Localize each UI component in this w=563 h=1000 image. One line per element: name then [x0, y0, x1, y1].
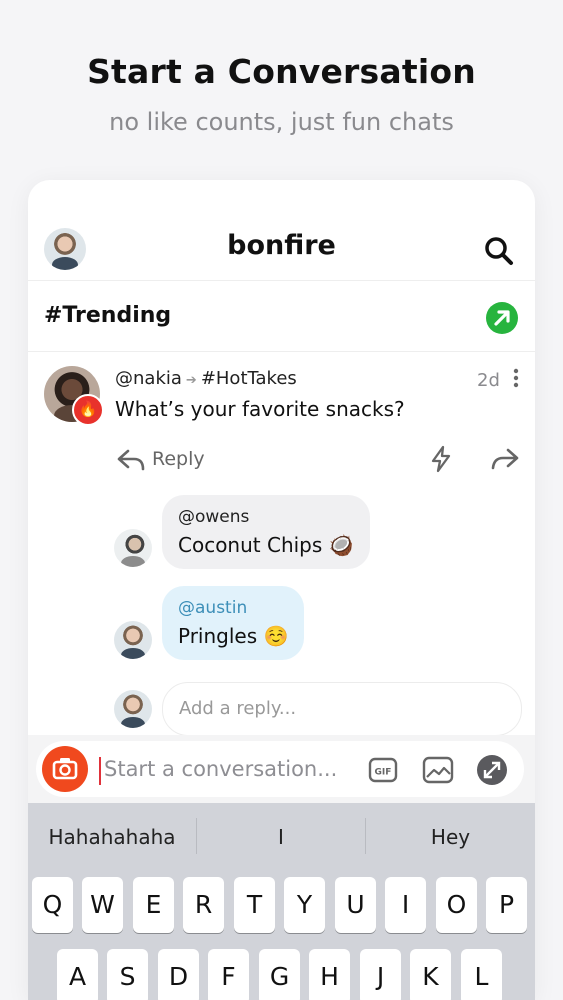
share-button[interactable]: [489, 444, 521, 474]
key[interactable]: W: [82, 877, 123, 933]
reply-author: @owens: [178, 507, 250, 527]
suggestion-item[interactable]: I: [197, 825, 365, 849]
reply-author: @austin: [178, 598, 248, 618]
search-icon: [485, 237, 513, 265]
image-icon: [422, 756, 454, 784]
gif-label: GIF: [375, 768, 392, 778]
text-cursor: [99, 757, 101, 785]
post-author[interactable]: @nakia: [115, 368, 182, 389]
key[interactable]: J: [360, 949, 401, 1000]
key[interactable]: G: [259, 949, 300, 1000]
reply-text: Coconut Chips 🥥: [178, 533, 354, 557]
key[interactable]: P: [486, 877, 527, 933]
arrow-up-right-icon: [494, 310, 510, 326]
reply-placeholder: Add a reply...: [179, 698, 297, 719]
trending-label: #Trending: [44, 303, 172, 328]
expand-button[interactable]: [477, 755, 507, 785]
post-channel[interactable]: #HotTakes: [201, 368, 297, 389]
post-header: @nakia ➔ #HotTakes: [115, 368, 297, 389]
post-body: What’s your favorite snacks?: [115, 397, 405, 421]
spark-button[interactable]: [426, 444, 456, 474]
suggestion-item[interactable]: Hey: [366, 825, 535, 849]
key[interactable]: A: [57, 949, 98, 1000]
reply-avatar[interactable]: [114, 621, 152, 659]
keyboard: Hahahahaha I Hey Q W E R T Y U I O P A S…: [28, 803, 535, 1000]
composer-placeholder[interactable]: Start a conversation...: [104, 757, 337, 781]
top-bar: bonfire: [28, 180, 535, 280]
camera-button[interactable]: [42, 746, 88, 792]
key[interactable]: S: [107, 949, 148, 1000]
more-vertical-icon: [513, 368, 519, 388]
trending-arrow-button[interactable]: [486, 302, 518, 334]
search-button[interactable]: [483, 235, 515, 267]
key[interactable]: I: [385, 877, 426, 933]
gif-button[interactable]: GIF: [368, 755, 398, 785]
key[interactable]: K: [410, 949, 451, 1000]
expand-icon: [483, 761, 501, 779]
key[interactable]: Q: [32, 877, 73, 933]
post-timestamp: 2d: [477, 370, 500, 391]
fire-badge-icon: 🔥: [72, 394, 104, 426]
key[interactable]: F: [208, 949, 249, 1000]
reply-label: Reply: [152, 448, 205, 470]
share-arrow-icon: [491, 448, 519, 470]
suggestion-item[interactable]: Hahahahaha: [28, 825, 196, 849]
key[interactable]: Y: [284, 877, 325, 933]
image-button[interactable]: [422, 755, 454, 785]
gif-icon: GIF: [368, 757, 398, 783]
key[interactable]: T: [234, 877, 275, 933]
key[interactable]: D: [158, 949, 199, 1000]
add-reply-input[interactable]: Add a reply...: [162, 682, 522, 736]
lightning-icon: [431, 445, 451, 473]
app-brand: bonfire: [227, 230, 336, 261]
reply-bubble[interactable]: @austin Pringles ☺️: [162, 586, 305, 660]
key[interactable]: O: [436, 877, 477, 933]
hero-subtitle: no like counts, just fun chats: [109, 108, 454, 136]
reply-avatar[interactable]: [114, 529, 152, 567]
camera-icon: [52, 758, 78, 780]
more-options-button[interactable]: [513, 368, 519, 390]
suggestion-bar: Hahahahaha I Hey: [28, 803, 535, 873]
trending-header[interactable]: #Trending: [28, 280, 535, 352]
my-avatar: [114, 690, 152, 728]
arrow-right-icon: ➔: [185, 373, 197, 388]
reply-text: Pringles ☺️: [178, 624, 289, 648]
key[interactable]: U: [335, 877, 376, 933]
key[interactable]: R: [183, 877, 224, 933]
app-screen: bonfire #Trending 🔥 @nakia ➔ #HotTakes 2d: [28, 180, 535, 1000]
key[interactable]: H: [309, 949, 350, 1000]
key[interactable]: L: [461, 949, 502, 1000]
reply-bubble[interactable]: @owens Coconut Chips 🥥: [162, 495, 370, 569]
reply-icon: [117, 449, 145, 471]
key[interactable]: E: [133, 877, 174, 933]
hero-title: Start a Conversation: [87, 52, 476, 91]
